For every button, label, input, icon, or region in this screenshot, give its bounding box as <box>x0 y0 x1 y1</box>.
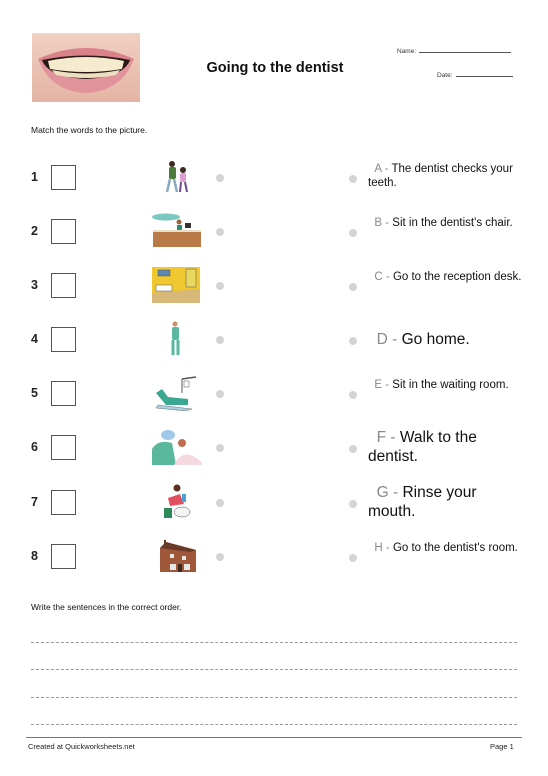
option-sentence: H - Go to the dentist's room. <box>368 542 528 556</box>
walking-people-icon <box>148 159 204 195</box>
item-number: 3 <box>31 278 38 292</box>
option-text: Go to the reception desk. <box>392 271 522 283</box>
option-letter: G - <box>376 484 399 501</box>
answer-box[interactable] <box>51 490 76 515</box>
rinse-mouth-icon <box>148 484 204 520</box>
option-text: Sit in the dentist's chair. <box>392 217 513 229</box>
match-dot-left[interactable] <box>216 282 224 290</box>
dentist-checking-teeth-icon <box>148 429 204 465</box>
option-sentence: E - Sit in the waiting room. <box>368 379 528 393</box>
answer-box[interactable] <box>51 435 76 460</box>
item-number: 5 <box>31 386 38 400</box>
answer-box[interactable] <box>51 219 76 244</box>
option-letter: E - <box>374 379 390 391</box>
match-instructions: Match the words to the picture. <box>31 125 148 135</box>
match-dot-left[interactable] <box>216 336 224 344</box>
option-sentence: F - Walk to the dentist. <box>368 429 528 466</box>
writing-line[interactable] <box>31 642 517 643</box>
item-number: 8 <box>31 549 38 563</box>
answer-box[interactable] <box>51 327 76 352</box>
option-sentence: D - Go home. <box>368 331 528 350</box>
date-field[interactable]: Date: <box>437 64 513 82</box>
date-input-line[interactable] <box>455 70 513 77</box>
answer-box[interactable] <box>51 273 76 298</box>
match-dot-right[interactable] <box>349 175 357 183</box>
option-text: The dentist checks your teeth. <box>368 163 513 189</box>
option-letter: C - <box>374 271 390 283</box>
match-dot-right[interactable] <box>349 554 357 562</box>
answer-box[interactable] <box>51 381 76 406</box>
item-number: 1 <box>31 170 38 184</box>
match-dot-right[interactable] <box>349 391 357 399</box>
writing-line[interactable] <box>31 724 517 725</box>
name-input-line[interactable] <box>419 46 512 53</box>
reception-desk-icon <box>148 213 204 249</box>
match-dot-left[interactable] <box>216 390 224 398</box>
footer-divider <box>26 737 522 738</box>
waiting-room-icon <box>148 267 204 303</box>
footer-credit: Created at Quickworksheets.net <box>28 742 135 751</box>
writing-line[interactable] <box>31 669 517 670</box>
match-dot-right[interactable] <box>349 337 357 345</box>
name-field[interactable]: Name: <box>397 40 512 58</box>
item-number: 7 <box>31 495 38 509</box>
option-letter: D - <box>376 331 398 348</box>
match-dot-left[interactable] <box>216 444 224 452</box>
dentist-chair-icon <box>148 375 204 412</box>
option-text: Sit in the waiting room. <box>392 379 509 391</box>
option-letter: F - <box>376 429 396 446</box>
option-sentence: A - The dentist checks your teeth. <box>368 163 528 191</box>
option-text: Go home. <box>401 331 470 348</box>
item-number: 6 <box>31 440 38 454</box>
date-label: Date: <box>437 72 453 79</box>
match-dot-left[interactable] <box>216 228 224 236</box>
house-icon <box>148 538 204 574</box>
item-number: 2 <box>31 224 38 238</box>
option-sentence: G - Rinse your mouth. <box>368 484 528 521</box>
write-instructions: Write the sentences in the correct order… <box>31 602 182 612</box>
match-dot-right[interactable] <box>349 283 357 291</box>
match-dot-left[interactable] <box>216 553 224 561</box>
answer-box[interactable] <box>51 165 76 190</box>
writing-line[interactable] <box>31 697 517 698</box>
name-label: Name: <box>397 48 417 55</box>
option-letter: H - <box>374 542 390 554</box>
match-dot-right[interactable] <box>349 500 357 508</box>
match-dot-right[interactable] <box>349 445 357 453</box>
page-title: Going to the dentist <box>206 60 344 76</box>
dentist-standing-icon <box>148 321 204 357</box>
option-letter: A - <box>374 163 389 175</box>
option-sentence: C - Go to the reception desk. <box>368 271 528 285</box>
match-dot-left[interactable] <box>216 499 224 507</box>
match-dot-left[interactable] <box>216 174 224 182</box>
match-dot-right[interactable] <box>349 229 357 237</box>
item-number: 4 <box>31 332 38 346</box>
smiling-mouth-photo <box>32 33 140 102</box>
answer-box[interactable] <box>51 544 76 569</box>
page-number: Page 1 <box>490 742 514 751</box>
option-sentence: B - Sit in the dentist's chair. <box>368 217 528 231</box>
option-letter: B - <box>374 217 390 229</box>
option-text: Go to the dentist's room. <box>392 542 518 554</box>
